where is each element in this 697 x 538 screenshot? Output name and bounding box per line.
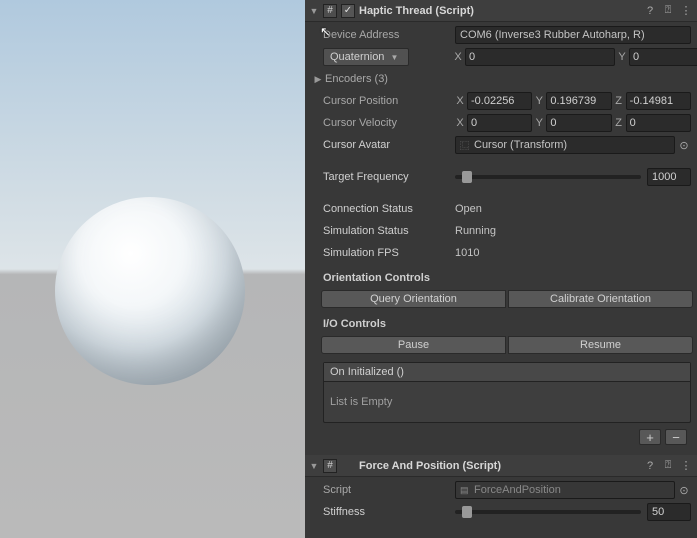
component-title: Haptic Thread (Script)	[359, 5, 639, 17]
enable-checkbox[interactable]: ✓	[341, 4, 355, 18]
preset-icon[interactable]: ⍰	[661, 4, 675, 17]
event-empty-text: List is Empty	[324, 382, 690, 422]
force-and-position-body: Script ▤ ForceAndPosition ⊙ Stiffness	[305, 477, 697, 527]
remove-listener-button[interactable]: −	[665, 429, 687, 445]
component-title: Force And Position (Script)	[359, 460, 639, 472]
cursor-vel-y-field[interactable]	[546, 114, 611, 132]
conn-status-label: Connection Status	[323, 203, 453, 215]
script-field: ▤ ForceAndPosition	[455, 481, 675, 499]
target-frequency-label: Target Frequency	[323, 171, 453, 183]
rotation-mode-dropdown[interactable]: Quaternion ▼	[323, 48, 409, 66]
preset-icon[interactable]: ⍰	[661, 459, 675, 472]
encoders-label: Encoders (3)	[325, 73, 455, 85]
transform-icon: ⿺	[460, 139, 470, 152]
scene-sphere	[55, 197, 245, 385]
query-orientation-button[interactable]: Query Orientation	[321, 290, 506, 308]
device-address-label: Device Address	[323, 29, 453, 41]
cursor-position-label: Cursor Position	[323, 95, 453, 107]
foldout-icon[interactable]: ▼	[309, 6, 319, 16]
resume-button[interactable]: Resume	[508, 336, 693, 354]
orientation-controls-title: Orientation Controls	[323, 272, 691, 284]
inspector-panel: ▼ # ✓ Haptic Thread (Script) ? ⍰ ⋮ Devic…	[305, 0, 697, 538]
script-label: Script	[323, 484, 453, 496]
menu-icon[interactable]: ⋮	[679, 459, 693, 472]
object-picker-icon[interactable]: ⊙	[677, 139, 691, 152]
sim-fps-value: 1010	[455, 247, 479, 259]
quat-y-field[interactable]	[629, 48, 697, 66]
stiffness-slider[interactable]	[455, 510, 641, 514]
cursor-vel-z-field[interactable]	[626, 114, 691, 132]
stiffness-field[interactable]	[647, 503, 691, 521]
encoders-foldout-icon[interactable]: ▶	[313, 74, 323, 85]
help-icon[interactable]: ?	[643, 5, 657, 17]
help-icon[interactable]: ?	[643, 460, 657, 472]
cursor-vel-x-field[interactable]	[467, 114, 532, 132]
cursor-avatar-field[interactable]: ⿺ Cursor (Transform)	[455, 136, 675, 154]
script-icon: #	[323, 4, 337, 18]
force-and-position-header[interactable]: ▼ # Force And Position (Script) ? ⍰ ⋮	[305, 455, 697, 477]
cursor-pos-x-field[interactable]	[467, 92, 532, 110]
haptic-thread-body: Device Address COM6 (Inverse3 Rubber Aut…	[305, 22, 697, 455]
stiffness-label: Stiffness	[323, 506, 453, 518]
on-initialized-event: On Initialized () List is Empty	[323, 362, 691, 423]
event-title: On Initialized ()	[324, 363, 690, 382]
scene-viewport[interactable]	[0, 0, 305, 538]
cursor-avatar-label: Cursor Avatar	[323, 139, 453, 151]
object-picker-icon[interactable]: ⊙	[677, 484, 691, 497]
target-frequency-field[interactable]	[647, 168, 691, 186]
calibrate-orientation-button[interactable]: Calibrate Orientation	[508, 290, 693, 308]
foldout-icon[interactable]: ▼	[309, 461, 319, 471]
sim-status-value: Running	[455, 225, 496, 237]
quat-x-field[interactable]	[465, 48, 615, 66]
io-controls-title: I/O Controls	[323, 318, 691, 330]
sim-status-label: Simulation Status	[323, 225, 453, 237]
menu-icon[interactable]: ⋮	[679, 4, 693, 17]
target-frequency-slider[interactable]	[455, 175, 641, 179]
add-listener-button[interactable]: +	[639, 429, 661, 445]
device-address-field[interactable]: COM6 (Inverse3 Rubber Autoharp, R)	[455, 26, 691, 44]
chevron-down-icon: ▼	[390, 53, 398, 62]
cs-script-icon: ▤	[460, 485, 470, 496]
script-icon: #	[323, 459, 337, 473]
pause-button[interactable]: Pause	[321, 336, 506, 354]
sim-fps-label: Simulation FPS	[323, 247, 453, 259]
cursor-velocity-label: Cursor Velocity	[323, 117, 453, 129]
haptic-thread-header[interactable]: ▼ # ✓ Haptic Thread (Script) ? ⍰ ⋮	[305, 0, 697, 22]
conn-status-value: Open	[455, 203, 482, 215]
cursor-pos-z-field[interactable]	[626, 92, 691, 110]
cursor-pos-y-field[interactable]	[546, 92, 611, 110]
